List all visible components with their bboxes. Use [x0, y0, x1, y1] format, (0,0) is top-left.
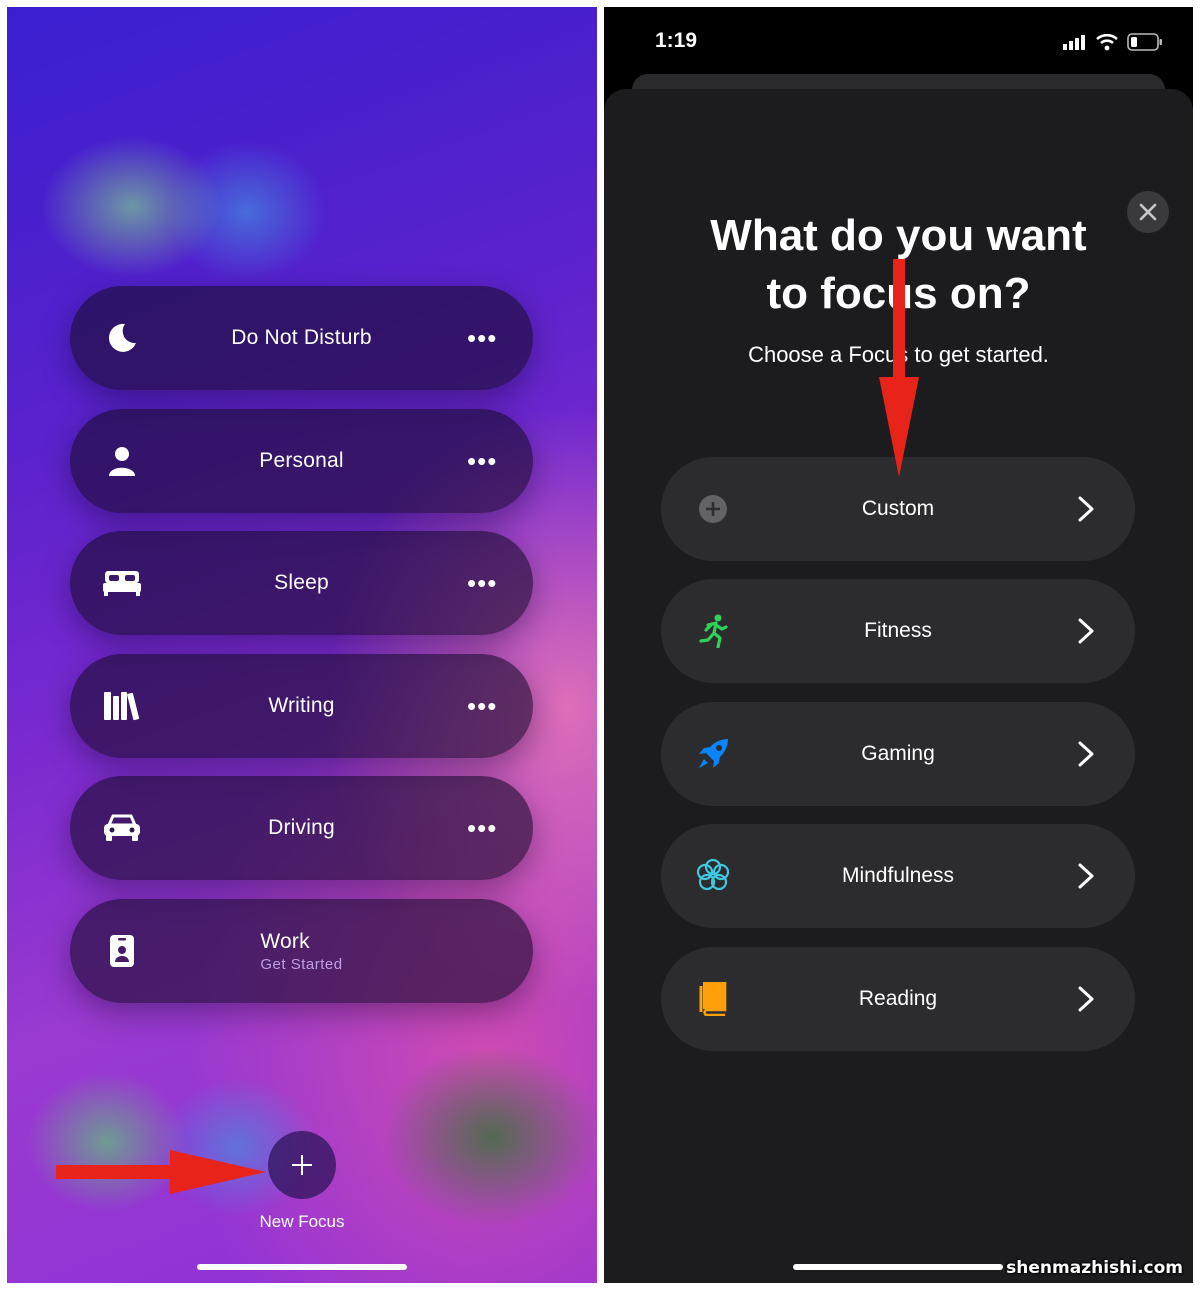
chevron-right-icon	[1078, 741, 1094, 767]
annotation-arrow	[879, 259, 919, 477]
focus-personal[interactable]: Personal •••	[70, 409, 533, 513]
option-reading[interactable]: Reading	[661, 947, 1135, 1051]
focus-label: Do Not Disturb	[231, 326, 372, 349]
focus-do-not-disturb[interactable]: Do Not Disturb •••	[70, 286, 533, 390]
focus-label: Work Get Started	[70, 899, 533, 1003]
option-gaming[interactable]: Gaming	[661, 702, 1135, 806]
home-indicator[interactable]	[793, 1264, 1003, 1270]
plus-icon	[292, 1155, 312, 1175]
focus-control-panel: Do Not Disturb ••• Personal ••• Sleep ••…	[7, 7, 597, 1283]
status-icons	[1063, 33, 1163, 51]
more-icon[interactable]: •••	[467, 693, 497, 719]
option-label: Gaming	[861, 742, 935, 765]
focus-label: Sleep	[274, 571, 329, 594]
new-focus-button[interactable]	[268, 1131, 336, 1199]
chevron-right-icon	[1078, 496, 1094, 522]
more-icon[interactable]: •••	[467, 815, 497, 841]
new-focus-label: New Focus	[259, 1212, 345, 1231]
focus-title: Work	[260, 929, 310, 953]
focus-label: Driving	[268, 816, 335, 839]
option-mindfulness[interactable]: Mindfulness	[661, 824, 1135, 928]
cellular-signal-icon	[1063, 35, 1085, 50]
focus-driving[interactable]: Driving •••	[70, 776, 533, 880]
battery-icon	[1127, 33, 1162, 51]
wifi-icon	[1096, 33, 1118, 51]
more-icon[interactable]: •••	[467, 570, 497, 596]
option-label: Fitness	[864, 619, 932, 642]
more-icon[interactable]: •••	[467, 448, 497, 474]
chevron-right-icon	[1078, 618, 1094, 644]
focus-work[interactable]: Work Get Started	[70, 899, 533, 1003]
focus-sublabel: Get Started	[260, 955, 343, 973]
focus-label: Writing	[268, 694, 335, 717]
focus-setup-screen: 1:19 What do you want to focus on? Choos…	[604, 7, 1193, 1283]
watermark: shenmazhishi.com	[1006, 1258, 1183, 1278]
status-time: 1:19	[655, 29, 698, 52]
home-indicator[interactable]	[197, 1264, 407, 1270]
more-icon[interactable]: •••	[467, 325, 497, 351]
option-fitness[interactable]: Fitness	[661, 579, 1135, 683]
option-label: Reading	[858, 987, 938, 1010]
chevron-right-icon	[1078, 986, 1094, 1012]
focus-writing[interactable]: Writing •••	[70, 654, 533, 758]
annotation-arrow	[56, 1150, 266, 1194]
focus-label: Personal	[259, 449, 344, 472]
focus-sleep[interactable]: Sleep •••	[70, 531, 533, 635]
chevron-right-icon	[1078, 863, 1094, 889]
option-label: Mindfulness	[841, 864, 955, 887]
